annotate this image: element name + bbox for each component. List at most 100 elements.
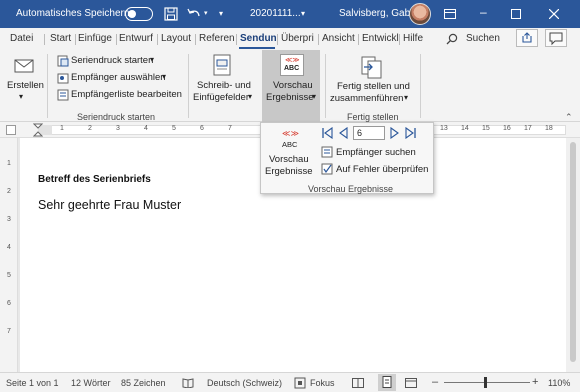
vorschau-chevron-icon[interactable]: ▾ — [312, 92, 316, 101]
fertig-stellen-button[interactable]: Fertig stellen und — [337, 81, 410, 92]
seriendruck-chevron-icon[interactable]: ▾ — [150, 55, 154, 64]
document-name[interactable]: 20201111... — [250, 8, 301, 19]
find-recipient-icon — [321, 146, 333, 158]
schreib-chevron-icon[interactable]: ▾ — [248, 92, 252, 101]
qat-more-icon[interactable]: ▾ — [219, 9, 223, 18]
book-icon[interactable] — [182, 378, 194, 388]
status-focus[interactable]: Fokus — [310, 378, 335, 388]
web-layout-icon[interactable] — [405, 378, 417, 388]
empfaenger-auswaehlen-button[interactable]: Empfänger auswählen — [71, 72, 166, 83]
panel-group-label: Vorschau Ergebnisse — [308, 184, 394, 194]
envelope-icon[interactable] — [14, 57, 34, 75]
vertical-ruler-mark: 2 — [7, 188, 11, 195]
zoom-slider[interactable] — [444, 382, 530, 383]
tab-referenzen[interactable]: Referen — [199, 33, 235, 44]
empfaenger-suchen-button[interactable]: Empfänger suchen — [336, 147, 416, 158]
group-label-seriendruck: Seriendruck starten — [77, 112, 156, 122]
tab-datei[interactable]: Datei — [10, 33, 33, 44]
user-name[interactable]: Salvisberg, Gaby — [339, 8, 415, 19]
ruler-mark: 18 — [545, 125, 553, 132]
status-bar: Seite 1 von 1 12 Wörter 85 Zeichen Deuts… — [0, 372, 580, 392]
zoom-in-icon[interactable]: + — [532, 376, 538, 388]
document-name-chevron-icon[interactable]: ▾ — [301, 9, 305, 18]
autosave-toggle[interactable] — [125, 7, 153, 21]
print-layout-button[interactable] — [378, 374, 396, 391]
subject-line[interactable]: Betreff des Serienbriefs — [38, 174, 151, 185]
finish-merge-icon[interactable] — [361, 55, 383, 79]
schreib-und-einfuegefelder-button[interactable]: Schreib- und — [197, 80, 251, 91]
status-language[interactable]: Deutsch (Schweiz) — [207, 378, 282, 388]
tab-ansicht[interactable]: Ansicht — [322, 33, 355, 44]
salutation-line[interactable]: Sehr geehrte Frau Muster — [38, 198, 181, 212]
empfaengerliste-bearbeiten-button[interactable]: Empfängerliste bearbeiten — [71, 89, 182, 100]
status-page[interactable]: Seite 1 von 1 — [6, 378, 59, 388]
check-errors-icon — [321, 163, 333, 175]
zoom-slider-thumb[interactable] — [484, 377, 487, 388]
share-button[interactable] — [516, 29, 538, 47]
auf-fehler-ueberpruefen-button[interactable]: Auf Fehler überprüfen — [336, 164, 428, 175]
share-icon — [522, 32, 532, 43]
tab-entwurf[interactable]: Entwurf — [119, 33, 153, 44]
avatar[interactable] — [409, 3, 431, 25]
tab-hilfe[interactable]: Hilfe — [403, 33, 423, 44]
undo-icon[interactable] — [186, 7, 202, 21]
comments-button[interactable] — [545, 29, 567, 47]
erstellen-chevron-icon[interactable]: ▾ — [19, 92, 23, 101]
zoom-level[interactable]: 110% — [548, 378, 570, 388]
ruler-mark: 13 — [440, 125, 448, 132]
tab-layout[interactable]: Layout — [161, 33, 191, 44]
title-bar: Automatisches Speichern ▾ ▾ 20201111... … — [0, 0, 580, 28]
minimize-icon[interactable]: – — [480, 5, 487, 19]
tab-einfuegen[interactable]: Einfüge — [78, 33, 112, 44]
panel-vorschau-label-line2[interactable]: Ergebnisse — [265, 166, 313, 177]
edit-list-icon — [57, 89, 69, 101]
empfaenger-chevron-icon[interactable]: ▾ — [162, 72, 166, 81]
search-icon[interactable] — [446, 33, 458, 45]
record-number-input[interactable]: 6 — [353, 126, 385, 140]
tab-ueberpruefen[interactable]: Überpri — [281, 33, 314, 44]
scrollbar-thumb[interactable] — [570, 142, 576, 362]
ribbon-display-icon[interactable] — [444, 9, 456, 19]
status-words[interactable]: 12 Wörter — [71, 378, 111, 388]
ruler-mark: 16 — [503, 125, 511, 132]
vorschau-ergebnisse-icon[interactable]: ≪ ≫ ABC — [280, 54, 304, 76]
status-chars[interactable]: 85 Zeichen — [121, 378, 166, 388]
seriendruck-starten-button[interactable]: Seriendruck starten — [71, 55, 153, 66]
vorschau-ergebnisse-label[interactable]: Vorschau — [273, 80, 313, 91]
schreib-und-einfuegefelder-line2[interactable]: Einfügefelder — [193, 92, 249, 103]
tab-selector[interactable] — [6, 125, 16, 135]
read-mode-icon[interactable] — [352, 378, 364, 388]
vorschau-ergebnisse-panel: ≪ ≫ ABC Vorschau Ergebnisse 6 Empfänger … — [260, 122, 434, 194]
indent-marker-icon[interactable] — [33, 123, 43, 137]
fertig-chevron-icon[interactable]: ▾ — [404, 93, 408, 102]
ruler-mark: 3 — [116, 125, 120, 132]
tab-sendungen[interactable]: Sendun — [240, 33, 277, 44]
recipients-icon — [57, 73, 69, 84]
tab-entwicklertools[interactable]: Entwickl — [362, 33, 399, 44]
vorschau-ergebnisse-label-line2[interactable]: Ergebnisse — [266, 92, 314, 103]
group-divider — [420, 54, 421, 118]
panel-vorschau-icon[interactable]: ≪ ≫ ABC — [279, 129, 303, 151]
vertical-scrollbar[interactable] — [566, 138, 580, 372]
panel-vorschau-label[interactable]: Vorschau — [269, 154, 309, 165]
insert-fields-icon[interactable] — [212, 54, 232, 76]
tab-start[interactable]: Start — [50, 33, 71, 44]
print-layout-icon — [382, 376, 392, 388]
ruler-mark: 4 — [144, 125, 148, 132]
maximize-icon[interactable] — [511, 9, 521, 19]
previous-record-icon[interactable] — [337, 127, 349, 139]
last-record-icon[interactable] — [405, 127, 417, 139]
erstellen-button[interactable]: Erstellen — [7, 80, 44, 91]
fertig-stellen-line2[interactable]: zusammenführen — [330, 93, 403, 104]
save-icon[interactable] — [164, 7, 178, 21]
ruler-mark: 2 — [88, 125, 92, 132]
group-divider — [188, 54, 189, 118]
zoom-out-icon[interactable]: – — [432, 376, 438, 388]
focus-icon[interactable] — [294, 377, 306, 389]
first-record-icon[interactable] — [321, 127, 333, 139]
search-label[interactable]: Suchen — [466, 33, 500, 44]
undo-dropdown-icon[interactable]: ▾ — [204, 9, 208, 17]
close-icon[interactable] — [549, 9, 559, 19]
group-divider — [47, 54, 48, 118]
next-record-icon[interactable] — [389, 127, 401, 139]
